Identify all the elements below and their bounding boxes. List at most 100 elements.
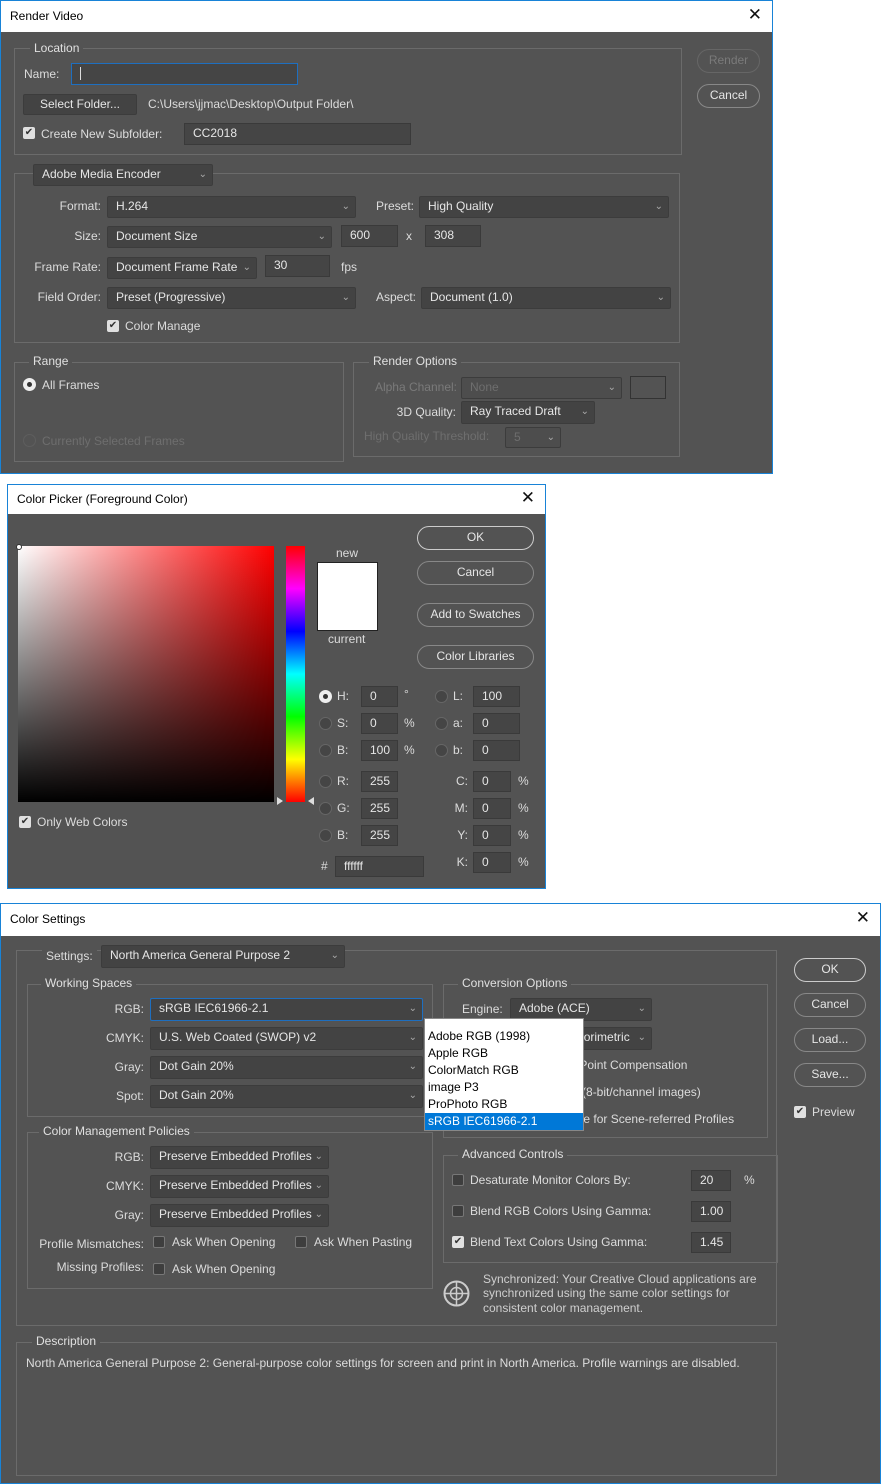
cmyk-policy-select[interactable]: Preserve Embedded Profiles ⌄ [150, 1175, 329, 1198]
black-input[interactable]: 0 [473, 852, 511, 873]
load-button[interactable]: Load... [794, 1028, 866, 1052]
name-input[interactable] [71, 63, 298, 85]
dropdown-option-selected[interactable]: sRGB IEC61966-2.1 [425, 1113, 583, 1130]
spot-working-select[interactable]: Dot Gain 20% ⌄ [150, 1085, 423, 1108]
working-spaces-legend: Working Spaces [41, 975, 137, 991]
cancel-button[interactable]: Cancel [794, 993, 866, 1017]
gray-policy-select[interactable]: Preserve Embedded Profiles ⌄ [150, 1204, 329, 1227]
field-order-select[interactable]: Preset (Progressive) ⌄ [107, 287, 356, 309]
dropdown-option[interactable]: Adobe RGB (1998) [425, 1028, 583, 1045]
hue-input[interactable]: 0 [361, 686, 398, 707]
hue-slider-handle-icon[interactable] [308, 797, 314, 805]
encoder-select[interactable]: Adobe Media Encoder ⌄ [33, 164, 213, 186]
location-legend: Location [30, 40, 84, 56]
cancel-button[interactable]: Cancel [697, 84, 760, 108]
color-field[interactable] [18, 546, 274, 802]
all-frames-radio[interactable] [23, 378, 36, 391]
frame-rate-select[interactable]: Document Frame Rate ⌄ [107, 257, 257, 279]
blue-radio[interactable] [319, 829, 332, 842]
blend-text-input[interactable]: 1.45 [691, 1232, 731, 1253]
web-colors-checkbox[interactable]: ✔ [19, 816, 31, 828]
rgb-dropdown-list[interactable]: Adobe RGB (1998) Apple RGB ColorMatch RG… [424, 1018, 584, 1131]
spot-working-label: Spot: [115, 1089, 144, 1103]
quality-select[interactable]: Ray Traced Draft ⌄ [461, 401, 595, 424]
green-input[interactable]: 255 [361, 798, 398, 819]
blend-text-checkbox[interactable]: ✔ [452, 1236, 464, 1248]
hue-slider[interactable] [286, 546, 305, 802]
height-input[interactable]: 308 [425, 225, 481, 247]
subfolder-input[interactable]: CC2018 [184, 123, 411, 145]
red-radio[interactable] [319, 775, 332, 788]
brightness-input[interactable]: 100 [361, 740, 398, 761]
missing-opening-checkbox[interactable] [153, 1263, 165, 1275]
lightness-input[interactable]: 100 [473, 686, 520, 707]
fps-label: fps [341, 260, 358, 274]
yellow-input[interactable]: 0 [473, 825, 511, 846]
aspect-select[interactable]: Document (1.0) ⌄ [421, 287, 671, 309]
rgb-working-select[interactable]: sRGB IEC61966-2.1 ⌄ [150, 998, 423, 1021]
chevron-down-icon: ⌄ [408, 1003, 417, 1014]
alpha-select: None ⌄ [461, 377, 622, 399]
cyan-unit: % [518, 774, 529, 788]
red-input[interactable]: 255 [361, 771, 398, 792]
cmyk-working-value: U.S. Web Coated (SWOP) v2 [159, 1030, 317, 1044]
settings-select[interactable]: North America General Purpose 2 ⌄ [101, 945, 345, 968]
select-folder-button[interactable]: Select Folder... [23, 94, 137, 115]
cyan-input[interactable]: 0 [473, 771, 511, 792]
blend-rgb-input[interactable]: 1.00 [691, 1201, 731, 1222]
preview-label: Preview [812, 1105, 855, 1119]
color-manage-checkbox[interactable]: ✔ [107, 320, 119, 332]
hue-radio[interactable] [319, 690, 332, 703]
a-channel-input[interactable]: 0 [473, 713, 520, 734]
ok-button[interactable]: OK [794, 958, 866, 982]
dropdown-option[interactable]: Apple RGB [425, 1045, 583, 1062]
mismatch-opening-checkbox[interactable] [153, 1236, 165, 1248]
magenta-input[interactable]: 0 [473, 798, 511, 819]
saturation-radio[interactable] [319, 717, 332, 730]
desaturate-label: Desaturate Monitor Colors By: [470, 1173, 631, 1187]
b-channel-input[interactable]: 0 [473, 740, 520, 761]
desaturate-input[interactable]: 20 [691, 1170, 731, 1191]
cmyk-working-select[interactable]: U.S. Web Coated (SWOP) v2 ⌄ [150, 1027, 423, 1050]
subfolder-checkbox[interactable]: ✔ [23, 127, 35, 139]
gray-working-select[interactable]: Dot Gain 20% ⌄ [150, 1056, 423, 1079]
preset-select[interactable]: High Quality ⌄ [419, 196, 669, 218]
preset-label: Preset: [375, 199, 414, 213]
green-radio[interactable] [319, 802, 332, 815]
hue-slider-handle-icon[interactable] [277, 797, 283, 805]
blend-rgb-label: Blend RGB Colors Using Gamma: [470, 1204, 652, 1218]
save-button[interactable]: Save... [794, 1063, 866, 1087]
dropdown-option[interactable]: image P3 [425, 1079, 583, 1096]
lightness-radio[interactable] [435, 690, 448, 703]
gray-working-label: Gray: [114, 1060, 144, 1074]
size-select[interactable]: Document Size ⌄ [107, 226, 332, 248]
dropdown-option[interactable]: ColorMatch RGB [425, 1062, 583, 1079]
blend-rgb-checkbox[interactable] [452, 1205, 464, 1217]
fps-input[interactable]: 30 [265, 255, 330, 277]
rgb-policy-value: Preserve Embedded Profiles [159, 1149, 312, 1163]
a-channel-radio[interactable] [435, 717, 448, 730]
dropdown-option[interactable]: ProPhoto RGB [425, 1096, 583, 1113]
mismatch-pasting-checkbox[interactable] [295, 1236, 307, 1248]
cancel-button[interactable]: Cancel [417, 561, 534, 585]
chevron-down-icon: ⌄ [408, 1032, 417, 1043]
saturation-input[interactable]: 0 [361, 713, 398, 734]
desaturate-checkbox[interactable] [452, 1174, 464, 1186]
cmyk-policy-value: Preserve Embedded Profiles [159, 1178, 312, 1192]
rgb-policy-select[interactable]: Preserve Embedded Profiles ⌄ [150, 1146, 329, 1169]
close-icon[interactable]: ✕ [521, 488, 535, 508]
brightness-radio[interactable] [319, 744, 332, 757]
yellow-label: Y: [457, 828, 468, 842]
add-to-swatches-button[interactable]: Add to Swatches [417, 603, 534, 627]
color-field-marker[interactable] [16, 544, 22, 550]
ok-button[interactable]: OK [417, 526, 534, 550]
format-select[interactable]: H.264 ⌄ [107, 196, 356, 218]
hex-input[interactable]: ffffff [335, 856, 424, 877]
preview-checkbox[interactable]: ✔ [794, 1106, 806, 1118]
close-icon[interactable]: ✕ [856, 908, 870, 928]
width-input[interactable]: 600 [341, 225, 398, 247]
blue-input[interactable]: 255 [361, 825, 398, 846]
color-libraries-button[interactable]: Color Libraries [417, 645, 534, 669]
close-icon[interactable]: ✕ [748, 5, 762, 25]
b-channel-radio[interactable] [435, 744, 448, 757]
